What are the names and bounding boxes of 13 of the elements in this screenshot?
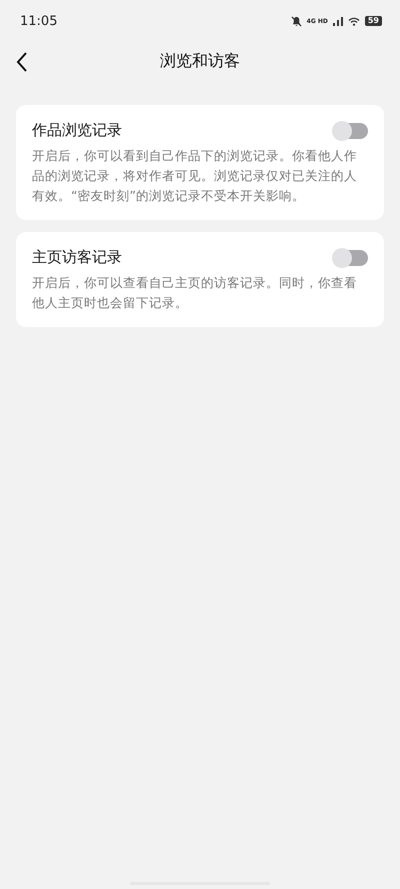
setting-title: 作品浏览记录 xyxy=(32,121,122,140)
status-time: 11:05 xyxy=(20,14,58,28)
page-title: 浏览和访客 xyxy=(160,50,240,72)
setting-description: 开启后，你可以查看自己主页的访客记录。同时，你查看他人主页时也会留下记录。 xyxy=(32,274,358,312)
battery-level: 59 xyxy=(364,16,382,26)
wifi-icon xyxy=(348,16,360,26)
setting-description: 开启后，你可以看到自己作品下的浏览记录。你看他人作品的浏览记录，将对作者可见。浏览记录仅对已关注的人有效。“密友时刻”的浏览记录不受本开关影响。 xyxy=(32,147,358,205)
signal-icon xyxy=(332,16,343,26)
toggle-switch[interactable] xyxy=(333,250,368,266)
back-icon xyxy=(16,52,28,72)
setting-title: 主页访客记录 xyxy=(32,248,122,267)
muted-bell-icon xyxy=(290,16,302,26)
toggle-switch[interactable] xyxy=(333,122,368,138)
